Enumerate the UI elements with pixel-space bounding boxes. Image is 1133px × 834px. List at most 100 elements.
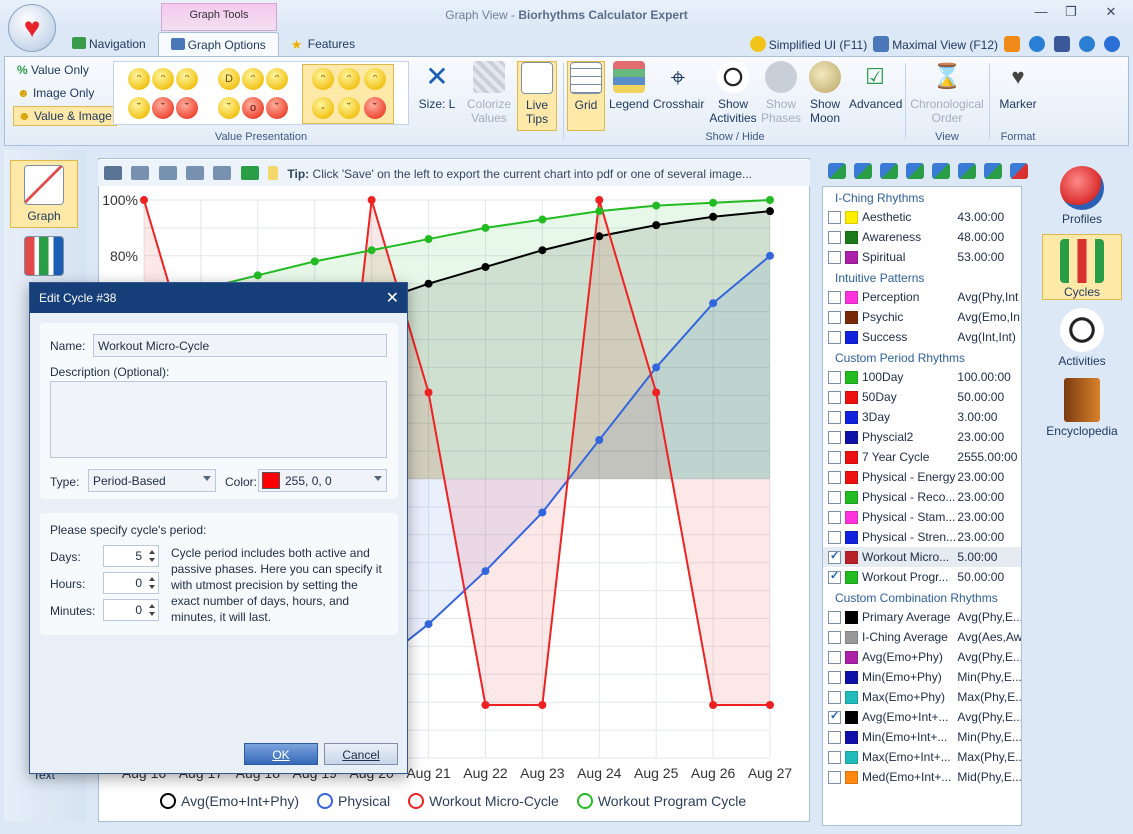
- remove-icon[interactable]: [1010, 163, 1028, 179]
- rhythm-checkbox[interactable]: [828, 730, 841, 744]
- rhythm-row[interactable]: 50Day 50.00:00: [823, 387, 1021, 407]
- rhythm-row[interactable]: Physical - Reco... 23.00:00: [823, 487, 1021, 507]
- rhythm-row[interactable]: Awareness 48.00:00: [823, 227, 1021, 247]
- web-globe-icon[interactable]: [1079, 36, 1095, 52]
- print-icon[interactable]: [186, 166, 205, 180]
- app-menu-button[interactable]: ♥: [8, 4, 56, 52]
- facebook-icon[interactable]: [1054, 36, 1070, 52]
- rhythm-row[interactable]: Physical - Stren... 23.00:00: [823, 527, 1021, 547]
- advanced-button[interactable]: ☑ Advanced: [849, 61, 902, 111]
- hours-stepper[interactable]: 0: [103, 572, 159, 594]
- simplified-ui-button[interactable]: Simplified UI (F11): [749, 36, 867, 52]
- grid-button[interactable]: Grid: [567, 61, 605, 131]
- rhythm-row[interactable]: Success Avg(Int,Int): [823, 327, 1021, 347]
- export-icon[interactable]: [131, 166, 150, 180]
- rss-icon[interactable]: [1004, 36, 1020, 52]
- days-stepper[interactable]: 5: [103, 545, 159, 567]
- chronological-order-button[interactable]: ⌛ Chronological Order: [909, 61, 985, 125]
- colorize-values-button[interactable]: Colorize Values: [465, 61, 513, 125]
- rhythm-checkbox[interactable]: [828, 210, 841, 224]
- rhythm-row[interactable]: Aesthetic 43.00:00: [823, 207, 1021, 227]
- swap-icon[interactable]: [828, 163, 846, 179]
- help-icon[interactable]: [1104, 36, 1120, 52]
- restore-button[interactable]: ❐: [1056, 4, 1086, 24]
- rhythm-checkbox[interactable]: [828, 709, 841, 724]
- rhythm-row[interactable]: Min(Emo+Phy) Min(Phy,E...: [823, 667, 1021, 687]
- rhythm-row[interactable]: Physical - Energy 23.00:00: [823, 467, 1021, 487]
- rhythm-checkbox[interactable]: [828, 290, 841, 304]
- rhythm-checkbox[interactable]: [828, 630, 841, 644]
- spin-up-icon[interactable]: [149, 550, 155, 554]
- rhythm-row[interactable]: Psychic Avg(Emo,In: [823, 307, 1021, 327]
- sidebar-item-graph[interactable]: Graph: [10, 160, 78, 228]
- rhythm-row[interactable]: Avg(Emo+Phy) Avg(Phy,E...: [823, 647, 1021, 667]
- legend-item-physical[interactable]: Physical: [317, 793, 390, 809]
- show-moon-button[interactable]: Show Moon: [805, 61, 845, 125]
- rhythm-checkbox[interactable]: [828, 530, 841, 544]
- rhythm-checkbox[interactable]: [828, 770, 841, 784]
- rhythm-row[interactable]: Workout Micro... 5.00:00: [823, 547, 1021, 567]
- value-image-option[interactable]: ☻ Value & Image: [13, 106, 117, 126]
- rhythm-row[interactable]: Primary Average Avg(Phy,E...: [823, 607, 1021, 627]
- color-select[interactable]: 255, 0, 0: [258, 469, 387, 492]
- live-tips-button[interactable]: Live Tips: [517, 61, 557, 131]
- rhythm-checkbox[interactable]: [828, 470, 841, 484]
- rhythm-row[interactable]: 7 Year Cycle 2555.00:00: [823, 447, 1021, 467]
- rhythm-checkbox[interactable]: [828, 310, 841, 324]
- rhythm-checkbox[interactable]: [828, 390, 841, 404]
- sidebar-item-bar-chart[interactable]: [10, 232, 78, 278]
- legend-item-workout-program[interactable]: Workout Program Cycle: [576, 793, 746, 809]
- legend-button[interactable]: Legend: [609, 61, 649, 111]
- rhythm-checkbox[interactable]: [828, 330, 841, 344]
- rhythm-row[interactable]: Spiritual 53.00:00: [823, 247, 1021, 267]
- spin-down-icon[interactable]: [149, 585, 155, 589]
- tab-navigation[interactable]: Navigation: [60, 32, 158, 56]
- rhythm-checkbox[interactable]: [828, 490, 841, 504]
- description-input[interactable]: [50, 381, 387, 458]
- maximal-view-button[interactable]: Maximal View (F12): [873, 36, 998, 52]
- rhythm-row[interactable]: Min(Emo+Int+... Min(Phy,E...: [823, 727, 1021, 747]
- print-preview-icon[interactable]: [213, 166, 232, 180]
- add-icon[interactable]: [240, 166, 259, 180]
- rhythm-checkbox[interactable]: [828, 650, 841, 664]
- rhythm-checkbox[interactable]: [828, 510, 841, 524]
- rhythm-checkbox[interactable]: [828, 230, 841, 244]
- rhythm-checkbox[interactable]: [828, 750, 841, 764]
- rhythm-row[interactable]: I-Ching Average Avg(Aes,Aw: [823, 627, 1021, 647]
- ok-button[interactable]: OK: [244, 743, 318, 765]
- rhythm-row[interactable]: Perception Avg(Phy,Int: [823, 287, 1021, 307]
- smiley-gallery[interactable]: ᵔ ᵔ ᵔ ˘ ˘ ˘ D ᵔ ᵔ ˘ o ˘ ᵔ ᵔ ᵔ - ˘ ˘: [113, 61, 409, 125]
- rhythm-checkbox[interactable]: [828, 450, 841, 464]
- spin-down-icon[interactable]: [149, 558, 155, 562]
- sidebar-item-activities[interactable]: Activities: [1042, 304, 1122, 370]
- legend-item-workout-micro[interactable]: Workout Micro-Cycle: [408, 793, 559, 809]
- rhythm-checkbox[interactable]: [828, 670, 841, 684]
- spin-up-icon[interactable]: [149, 604, 155, 608]
- image-only-option[interactable]: ☻ Image Only: [13, 84, 98, 102]
- rhythm-list[interactable]: I-Ching Rhythms Aesthetic 43.00:00 Awarenes…: [822, 186, 1022, 826]
- rhythm-row[interactable]: Workout Progr... 50.00:00: [823, 567, 1021, 587]
- rhythm-row[interactable]: Physical - Stam... 23.00:00: [823, 507, 1021, 527]
- name-input[interactable]: Workout Micro-Cycle: [93, 334, 387, 357]
- rhythm-row[interactable]: Avg(Emo+Int+... Avg(Phy,E...: [823, 707, 1021, 727]
- grid-swap-icon[interactable]: [932, 163, 950, 179]
- refresh-icon[interactable]: [958, 163, 976, 179]
- tab-graph-options[interactable]: Graph Options: [157, 32, 279, 56]
- sidebar-item-cycles[interactable]: Cycles: [1042, 234, 1122, 300]
- swap-icon[interactable]: [854, 163, 872, 179]
- rhythm-checkbox[interactable]: [828, 430, 841, 444]
- rhythm-checkbox[interactable]: [828, 610, 841, 624]
- swap-icon[interactable]: [880, 163, 898, 179]
- spin-down-icon[interactable]: [149, 612, 155, 616]
- legend-item-avg[interactable]: Avg(Emo+Int+Phy): [160, 793, 299, 809]
- rhythm-checkbox[interactable]: [828, 410, 841, 424]
- rhythm-checkbox[interactable]: [828, 549, 841, 564]
- crosshair-button[interactable]: ⌖ Crosshair: [653, 61, 704, 111]
- rhythm-checkbox[interactable]: [828, 250, 841, 264]
- value-only-option[interactable]: % Value Only: [13, 61, 93, 79]
- sidebar-item-encyclopedia[interactable]: Encyclopedia: [1042, 374, 1122, 440]
- refresh-icon[interactable]: [984, 163, 1002, 179]
- show-phases-button[interactable]: Show Phases: [761, 61, 801, 125]
- save-icon[interactable]: [104, 166, 122, 180]
- rhythm-checkbox[interactable]: [828, 569, 841, 584]
